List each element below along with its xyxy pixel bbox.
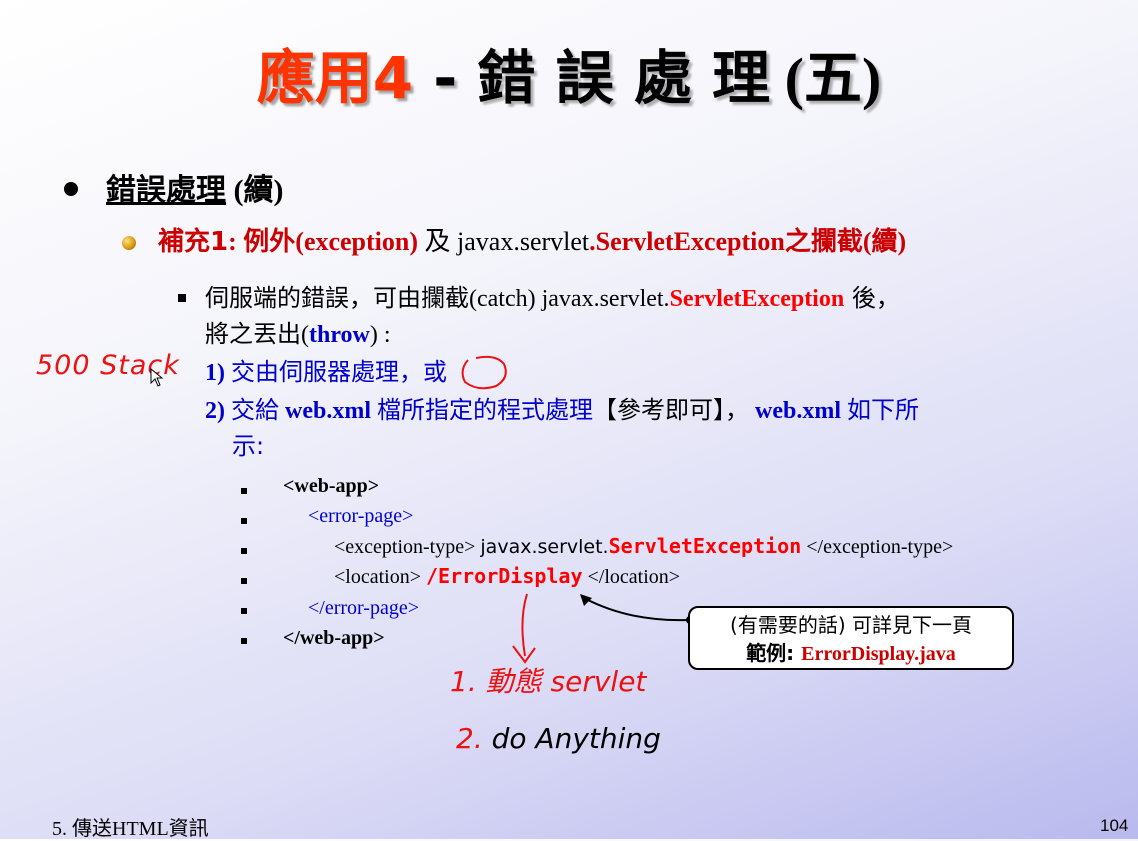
callout-line2: 範例: ErrorDisplay.java	[690, 639, 1012, 668]
l3-part: 交由伺服器處理，或	[231, 358, 447, 386]
level1-heading: 錯誤處理 (續)	[106, 170, 283, 212]
code-line-6: </web-app>	[283, 627, 385, 649]
option-1: 1) 交由伺服器處理，或	[205, 354, 447, 391]
l3-part: 交給	[231, 396, 279, 424]
l3-part: 1)	[205, 360, 231, 386]
slide-title: 應用4 - 錯 誤 處 理 (五)	[0, 38, 1138, 119]
code-part: </exception-type>	[801, 536, 954, 558]
l3-part: 將之丟出	[205, 320, 301, 348]
title-part1: 應用4	[256, 44, 414, 112]
square-bullet	[178, 294, 186, 302]
title-part3: (五)	[770, 46, 882, 111]
mouse-cursor-icon	[150, 368, 164, 387]
l3-part: 2)	[205, 398, 231, 424]
footer-section: 5. 傳送HTML資訊	[52, 818, 209, 840]
code-line-3: <exception-type> javax.servlet.ServletEx…	[334, 532, 953, 561]
l2-part: 及	[424, 227, 451, 257]
code-line-2: <error-page>	[308, 505, 414, 527]
title-dash: -	[413, 44, 478, 112]
code-line-1: <web-app>	[283, 475, 380, 497]
callout-arrow	[580, 594, 694, 624]
code-bullet	[241, 548, 247, 554]
l3-part: web.xml	[279, 398, 377, 424]
l3-part: ServletException	[669, 286, 845, 312]
code-part: </location>	[582, 566, 681, 588]
level2-heading: 補充1: 例外(exception) 及 javax.servlet.Servl…	[158, 224, 906, 260]
l3-part: 檔所指定的程式處理	[377, 396, 593, 424]
callout-part: 範例:	[746, 641, 802, 665]
level3-line2: 將之丟出(throw) :	[205, 316, 391, 353]
l2-part: 之攔截	[784, 227, 863, 257]
code-part: <exception-type>	[334, 536, 481, 558]
option-2-cont: 示:	[232, 428, 264, 465]
l3-part: 【參考即可】，	[593, 396, 749, 424]
code-bullet	[241, 638, 247, 644]
l2-part: javax.servlet	[450, 227, 590, 256]
l3-part: ) :	[369, 322, 391, 348]
code-part: ServletException	[608, 534, 802, 558]
code-bullet	[241, 488, 247, 494]
callout-line1: (有需要的話) 可詳見下一頁	[730, 613, 972, 637]
l2-part: :	[228, 227, 244, 256]
ink-note-2: 2. do Anything	[456, 722, 661, 755]
l2-part: 補充1	[158, 227, 229, 257]
l3-part: (	[301, 322, 309, 348]
callout-part: ErrorDisplay.java	[801, 643, 956, 665]
l3-part: 如下所	[847, 396, 919, 424]
level1-cjk: 錯誤處理	[106, 173, 226, 208]
l3-part: (catch) javax.servlet.	[469, 286, 670, 312]
level1-rest: (續)	[226, 174, 284, 207]
ink-note-1: 1. 動態 servlet	[450, 665, 647, 698]
l3-part: 伺服端的錯誤，可由攔截	[205, 284, 469, 312]
code-bullet	[241, 608, 247, 614]
code-part: /ErrorDisplay	[425, 564, 583, 588]
code-line-4: <location> /ErrorDisplay </location>	[334, 562, 680, 591]
option-2: 2) 交給 web.xml 檔所指定的程式處理【參考即可】， web.xml 如…	[205, 392, 919, 429]
l2-part: .ServletException	[589, 227, 785, 256]
level3-line1: 伺服端的錯誤，可由攔截(catch) javax.servlet.Servlet…	[205, 280, 900, 317]
l3-part: web.xml	[749, 398, 847, 424]
l2-part: (續)	[862, 227, 907, 256]
code-part: javax.servlet.	[480, 536, 609, 558]
l3-part: 示:	[232, 432, 265, 460]
title-part2: 錯 誤 處 理	[477, 44, 771, 112]
callout-box: (有需要的話) 可詳見下一頁 範例: ErrorDisplay.java	[688, 606, 1014, 670]
l3-part: throw	[309, 322, 370, 348]
code-bullet	[241, 518, 247, 524]
l2-part: 例外	[243, 227, 296, 257]
page-number: 104	[1100, 816, 1129, 835]
ink-note-2-text: 2. do Anything	[456, 722, 661, 755]
code-bullet	[241, 578, 247, 584]
l2-part: (exception)	[295, 227, 425, 256]
ink-circle	[461, 355, 507, 390]
l3-part: 後，	[844, 284, 900, 312]
bullet-dot	[64, 182, 78, 196]
bullet-ball-icon	[122, 236, 136, 250]
code-part: <location>	[334, 566, 426, 588]
code-line-5: </error-page>	[308, 597, 419, 619]
